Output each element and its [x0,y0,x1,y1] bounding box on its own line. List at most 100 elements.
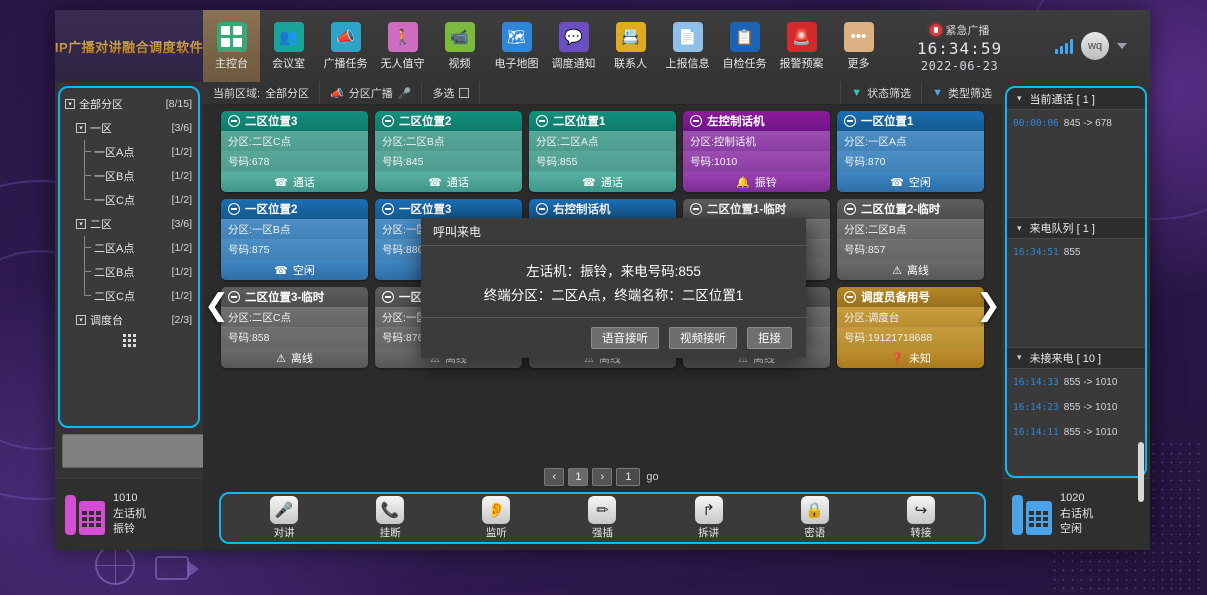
avatar[interactable]: wq [1081,32,1109,60]
pagination-page[interactable]: 1 [568,468,588,486]
tree-node-label: 二区B点 [94,264,172,280]
zone-broadcast-button[interactable]: 📣 分区广播 🎤 [320,82,422,104]
tree-node-6[interactable]: 二区A点[1/2] [60,236,198,260]
multi-select-toggle[interactable]: 多选 [422,82,480,104]
tree-toggle-icon[interactable]: ▾ [76,219,86,229]
nav-item-8[interactable]: 📄上报信息 [659,10,716,82]
device-card[interactable]: 二区位置2分区:二区B点号码:845☎通话 [375,111,522,192]
nav-item-7[interactable]: 📇联系人 [602,10,659,82]
right-handset-status[interactable]: 1020 右话机 空闲 [1002,478,1150,550]
tree-node-5[interactable]: ▾二区[3/6] [60,212,198,236]
device-card[interactable]: 一区位置1分区:一区A点号码:870☎空闲 [837,111,984,192]
device-card[interactable]: 二区位置3分区:二区C点号码:678☎通话 [221,111,368,192]
device-card-title: 调度员备用号 [861,289,930,305]
device-card-status[interactable]: ☎空闲 [221,259,368,280]
tree-node-1[interactable]: ▾一区[3/6] [60,116,198,140]
call-list-item[interactable]: 16:14:33855 -> 1010 [1013,377,1139,388]
phone-icon: ☎ [890,176,904,189]
nav-item-9[interactable]: 📋自检任务 [716,10,773,82]
chevron-down-icon[interactable] [1117,43,1127,49]
device-card-status[interactable]: ❓未知 [837,347,984,368]
emergency-broadcast-button[interactable]: 紧急广播 [930,22,990,38]
device-icon [690,115,702,127]
tree-node-2[interactable]: 一区A点[1/2] [60,140,198,164]
device-card-zone: 分区:二区C点 [221,131,368,151]
status-filter-button[interactable]: ▼ 状态筛选 [840,82,921,104]
tree-toggle-icon[interactable]: ▾ [65,99,75,109]
current-area-label: 当前区域: [213,85,260,101]
tree-branch-line [84,236,85,296]
toolbar-button-whisper[interactable]: 🔒密语 [783,496,847,540]
device-card-status[interactable]: ☎ 空闲 [837,171,984,192]
next-page-arrow[interactable]: ❯ [976,291,1001,321]
toolbar-button-split[interactable]: ↱拆讲 [677,496,741,540]
type-filter-button[interactable]: ▼ 类型筛选 [921,82,1002,104]
tree-node-label: 一区A点 [94,144,172,160]
call-list-item[interactable]: 16:14:11855 -> 1010 [1013,427,1139,438]
call-list-item[interactable]: 16:14:23855 -> 1010 [1013,402,1139,413]
nav-item-5[interactable]: 🗺电子地图 [488,10,545,82]
prev-page-arrow[interactable]: ❮ [204,291,229,321]
tree-node-9[interactable]: ▾调度台[2/3] [60,308,198,332]
nav-item-6[interactable]: 💬调度通知 [545,10,602,82]
nav-item-1[interactable]: 👥会议室 [260,10,317,82]
device-card-status[interactable]: ⚠离线 [837,259,984,280]
device-card-title: 一区位置3 [399,201,451,217]
device-card[interactable]: 二区位置1分区:二区A点号码:855☎通话 [529,111,676,192]
call-list-section-header[interactable]: ▾当前通话 [ 1 ] [1007,88,1145,110]
device-card-status[interactable]: ☎通话 [529,171,676,192]
dialog-button[interactable]: 语音接听 [591,327,659,349]
tree-toggle-icon[interactable]: ▾ [76,315,86,325]
device-card-header: 右控制话机 [529,199,676,219]
dialog-button[interactable]: 视频接听 [669,327,737,349]
call-list-item[interactable]: 00:00:06845 -> 678 [1013,118,1139,129]
dialog-body: 左话机：振铃，来电号码:855 终端分区：二区A点，终端名称：二区位置1 [421,246,806,318]
toolbar-button-label: 对讲 [274,525,295,540]
device-card[interactable]: 左控制话机分区:控制话机号码:1010🔔振铃 [683,111,830,192]
nav-item-10[interactable]: 🚨报警预案 [773,10,830,82]
device-card[interactable]: 一区位置2分区:一区B点号码:875☎空闲 [221,199,368,280]
device-card-status[interactable]: ⚠离线 [221,347,368,368]
toolbar-button-hangup[interactable]: 📞挂断 [358,496,422,540]
device-card-status[interactable]: ☎通话 [221,171,368,192]
right-handset-name: 右话机 [1060,507,1093,523]
pagination-next[interactable]: › [592,468,612,486]
multi-select-checkbox[interactable] [459,88,469,98]
pagination-jump-input[interactable] [616,468,640,486]
dialog-button[interactable]: 拒接 [747,327,792,349]
pagination-go-button[interactable]: go [644,471,660,483]
device-card-status-label: 空闲 [909,174,931,190]
tree-node-3[interactable]: 一区B点[1/2] [60,164,198,188]
left-handset-status[interactable]: 1010 左话机 振铃 [55,478,203,550]
nav-item-2[interactable]: 📣广播任务 [317,10,374,82]
toolbar-button-barge-in[interactable]: ✏强插 [570,496,634,540]
dialpad-icon[interactable] [123,334,136,347]
tree-node-4[interactable]: 一区C点[1/2] [60,188,198,212]
nav-item-11[interactable]: •••更多 [830,10,887,82]
device-card-status[interactable]: ☎通话 [375,171,522,192]
nav-item-4[interactable]: 📹视频 [431,10,488,82]
call-list-section-header[interactable]: ▾未接来电 [ 10 ] [1007,347,1145,369]
nav-item-3[interactable]: 🚶无人值守 [374,10,431,82]
toolbar-button-transfer[interactable]: ↪转接 [889,496,953,540]
device-card-status[interactable]: 🔔振铃 [683,171,830,192]
device-card[interactable]: 二区位置2-临时分区:二区B点号码:857⚠离线 [837,199,984,280]
device-icon [690,203,702,215]
call-list-section-header[interactable]: ▾来电队列 [ 1 ] [1007,217,1145,239]
scrollbar-thumb[interactable] [1138,442,1144,502]
toolbar-button-intercom[interactable]: 🎤对讲 [252,496,316,540]
contacts-icon: 📇 [616,22,646,52]
call-list-item[interactable]: 16:34:51855 [1013,247,1139,258]
left-handset-state: 振铃 [113,522,146,538]
pagination-prev[interactable]: ‹ [544,468,564,486]
device-icon [382,115,394,127]
device-card[interactable]: 调度员备用号分区:调度台号码:19121718688❓未知 [837,287,984,368]
tree-node-0[interactable]: ▾全部分区[8/15] [60,92,198,116]
tree-toggle-icon[interactable]: ▾ [76,123,86,133]
nav-item-0[interactable]: 主控台 [203,10,260,82]
tree-node-8[interactable]: 二区C点[1/2] [60,284,198,308]
status-clock-area: 紧急广播 16:34:59 2022-06-23 [887,10,1032,82]
toolbar-button-listen[interactable]: 👂监听 [464,496,528,540]
device-card[interactable]: 二区位置3-临时分区:二区C点号码:858⚠离线 [221,287,368,368]
tree-node-7[interactable]: 二区B点[1/2] [60,260,198,284]
